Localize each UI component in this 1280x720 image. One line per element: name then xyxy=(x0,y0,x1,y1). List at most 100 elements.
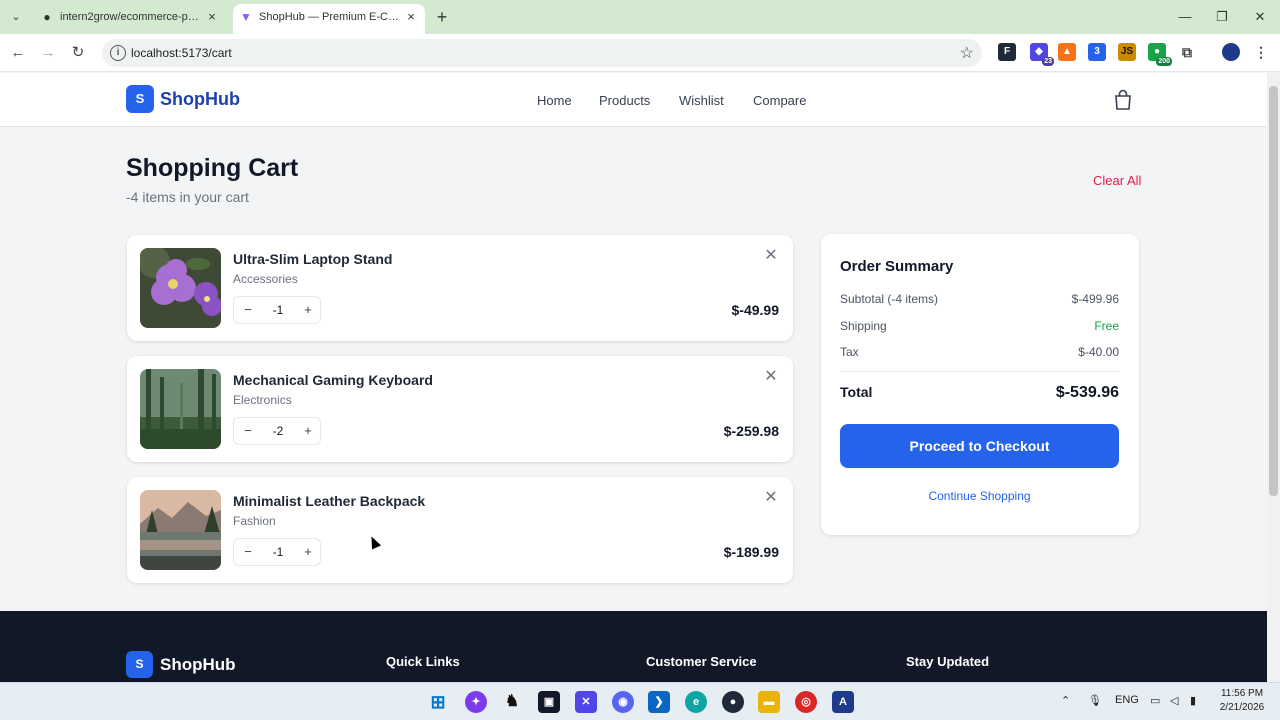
address-bar[interactable]: i localhost:5173/cart ☆ xyxy=(102,39,982,67)
decrease-qty-button[interactable]: − xyxy=(234,539,262,565)
remove-item-icon[interactable]: ✕ xyxy=(762,247,780,265)
total-value: $-539.96 xyxy=(1055,384,1119,401)
nav-products[interactable]: Products xyxy=(599,93,650,108)
chrome-icon[interactable]: ◎ xyxy=(795,691,817,713)
extensions-puzzle-icon[interactable]: ⧉ xyxy=(1178,43,1196,61)
profile-avatar[interactable] xyxy=(1222,43,1240,61)
tab-search-dropdown[interactable]: ⌄ xyxy=(6,8,26,26)
edge-icon[interactable]: e xyxy=(685,691,707,713)
nav-compare[interactable]: Compare xyxy=(753,93,806,108)
graduation-ext-icon[interactable]: ◆ 23 xyxy=(1030,43,1054,66)
logo-text[interactable]: ShopHub xyxy=(160,89,240,110)
scrollbar-thumb[interactable] xyxy=(1269,86,1278,496)
network-icon[interactable]: ▭ xyxy=(1150,694,1160,707)
item-name[interactable]: Ultra-Slim Laptop Stand xyxy=(233,251,392,267)
url-text[interactable]: localhost:5173/cart xyxy=(131,46,232,60)
site-footer: S ShopHub Quick Links Customer Service S… xyxy=(0,611,1267,682)
quantity-value: -1 xyxy=(272,545,284,559)
system-clock[interactable]: 11:56 PM 2/21/2026 xyxy=(1210,687,1274,715)
footer-logo-text[interactable]: ShopHub xyxy=(160,655,236,675)
subtotal-row: Subtotal (-4 items) $-499.96 xyxy=(840,292,1119,306)
browser-menu-icon[interactable]: ⋮ xyxy=(1252,43,1270,61)
product-image-flowers[interactable] xyxy=(140,248,221,328)
shipping-label: Shipping xyxy=(840,319,887,333)
remove-item-icon[interactable]: ✕ xyxy=(762,489,780,507)
restore-icon[interactable]: ❐ xyxy=(1211,6,1233,28)
shipping-value: Free xyxy=(1094,319,1119,333)
minimize-icon[interactable]: — xyxy=(1174,6,1196,28)
shipping-row: Shipping Free xyxy=(840,319,1119,333)
close-tab-icon[interactable]: × xyxy=(403,9,419,25)
anydesk-icon[interactable]: A xyxy=(832,691,854,713)
increase-qty-button[interactable]: + xyxy=(294,297,322,323)
item-name[interactable]: Minimalist Leather Backpack xyxy=(233,493,425,509)
rocket-ext-icon[interactable]: ▲ xyxy=(1058,43,1076,61)
vscode-icon[interactable]: ❯ xyxy=(648,691,670,713)
order-summary: Order Summary Subtotal (-4 items) $-499.… xyxy=(821,234,1139,535)
product-image-lake[interactable] xyxy=(140,490,221,570)
clear-all-button[interactable]: Clear All xyxy=(1093,173,1141,188)
subtotal-value: $-499.96 xyxy=(1071,292,1119,306)
code-ext-icon[interactable]: F xyxy=(998,43,1016,61)
clock-date: 2/21/2026 xyxy=(1219,702,1265,713)
tax-value: $-40.00 xyxy=(1078,345,1119,359)
microphone-icon[interactable]: 🎙 xyxy=(1088,694,1102,707)
summary-divider xyxy=(840,371,1119,372)
nav-home[interactable]: Home xyxy=(537,93,572,108)
item-price: $-189.99 xyxy=(723,544,779,560)
increase-qty-button[interactable]: + xyxy=(294,418,322,444)
clock-time: 11:56 PM xyxy=(1220,688,1264,699)
github-desktop-icon[interactable]: ● xyxy=(722,691,744,713)
back-icon[interactable]: ← xyxy=(7,42,29,64)
capcut-icon[interactable]: ✕ xyxy=(575,691,597,713)
start-windows-icon[interactable]: ⊞ xyxy=(427,691,449,713)
windows-taskbar: ⊞ ✦ ♞ ▣ ✕ ◉ ❯ e ● ▬ ◎ A ⌃ 🎙 ENG ▭ ◁ ▮ 11… xyxy=(0,682,1280,720)
decrease-qty-button[interactable]: − xyxy=(234,297,262,323)
new-tab-button[interactable]: + xyxy=(432,7,452,27)
quantity-value: -2 xyxy=(272,424,284,438)
remove-item-icon[interactable]: ✕ xyxy=(762,368,780,386)
terminal-app-icon[interactable]: ▣ xyxy=(538,691,560,713)
penguin-app-icon[interactable]: ♞ xyxy=(501,691,523,713)
tab-title: intern2grow/ecommerce-platfo xyxy=(60,11,200,23)
tab-title: ShopHub — Premium E-Comm xyxy=(259,11,399,23)
footer-heading-quick-links: Quick Links xyxy=(386,654,460,669)
quantity-value: -1 xyxy=(272,303,284,317)
close-tab-icon[interactable]: × xyxy=(204,9,220,25)
browser-tab-github[interactable]: ● intern2grow/ecommerce-platfo × xyxy=(34,4,226,30)
cart-count-text: -4 items in your cart xyxy=(126,189,249,205)
footer-heading-customer-service: Customer Service xyxy=(646,654,757,669)
file-explorer-icon[interactable]: ▬ xyxy=(758,691,780,713)
page-scrollbar[interactable] xyxy=(1267,72,1280,682)
reload-icon[interactable]: ↻ xyxy=(67,42,89,64)
continue-shopping-link[interactable]: Continue Shopping xyxy=(840,489,1119,503)
browser-tabbar: ⌄ ● intern2grow/ecommerce-platfo × ▼ Sho… xyxy=(0,0,1280,34)
cart-bag-icon[interactable] xyxy=(1113,89,1133,111)
android-ext-icon[interactable]: ● 200 xyxy=(1148,43,1172,66)
item-category: Fashion xyxy=(233,514,276,528)
site-info-icon[interactable]: i xyxy=(110,45,126,61)
volume-icon[interactable]: ◁ xyxy=(1170,694,1178,707)
browser-tab-shophub[interactable]: ▼ ShopHub — Premium E-Comm × xyxy=(233,4,425,34)
item-name[interactable]: Mechanical Gaming Keyboard xyxy=(233,372,433,388)
tray-chevron-icon[interactable]: ⌃ xyxy=(1061,694,1070,707)
checkout-button[interactable]: Proceed to Checkout xyxy=(840,424,1119,468)
footer-heading-stay-updated: Stay Updated xyxy=(906,654,990,669)
increase-qty-button[interactable]: + xyxy=(294,539,322,565)
battery-icon[interactable]: ▮ xyxy=(1190,694,1196,707)
logo-mark[interactable]: S xyxy=(126,85,154,113)
copilot-icon[interactable]: ✦ xyxy=(465,691,487,713)
nav-wishlist[interactable]: Wishlist xyxy=(679,93,724,108)
footer-logo-mark[interactable]: S xyxy=(126,651,153,678)
discord-icon[interactable]: ◉ xyxy=(612,691,634,713)
product-image-forest[interactable] xyxy=(140,369,221,449)
css-ext-icon[interactable]: 3 xyxy=(1088,43,1106,61)
bookmark-star-icon[interactable]: ☆ xyxy=(960,43,974,63)
language-indicator[interactable]: ENG xyxy=(1115,694,1139,706)
cart-item: Minimalist Leather Backpack Fashion − -1… xyxy=(127,477,793,583)
decrease-qty-button[interactable]: − xyxy=(234,418,262,444)
close-window-icon[interactable]: ✕ xyxy=(1249,6,1271,28)
summary-title: Order Summary xyxy=(840,258,954,275)
js-ext-icon[interactable]: JS xyxy=(1118,43,1136,61)
forward-icon[interactable]: → xyxy=(37,42,59,64)
